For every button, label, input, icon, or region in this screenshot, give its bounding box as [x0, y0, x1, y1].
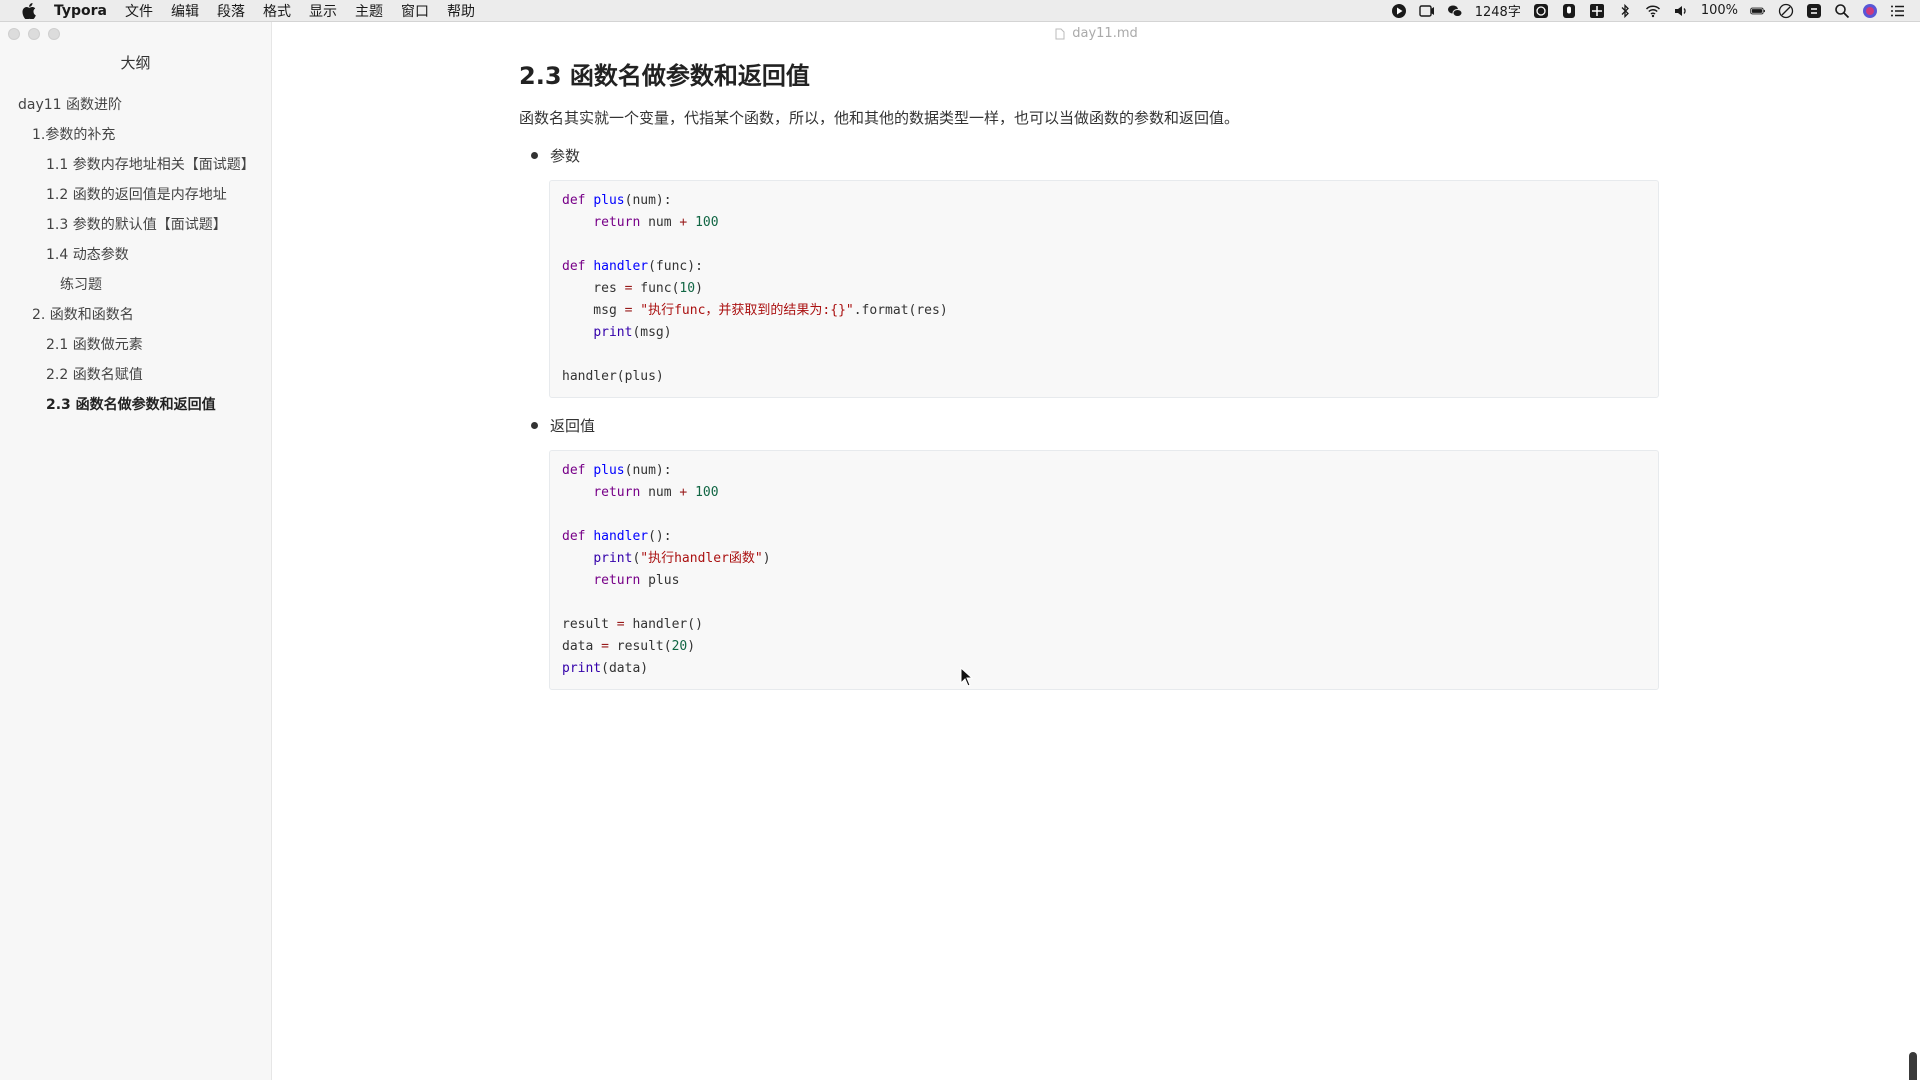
menu-window[interactable]: 窗口 [401, 1, 429, 21]
code-block-params[interactable]: def plus(num): return num + 100 def hand… [549, 180, 1659, 398]
wifi-icon[interactable] [1645, 3, 1661, 19]
editor-content[interactable]: 2.3 函数名做参数和返回值 函数名其实就一个变量，代指某个函数，所以，他和其他… [519, 46, 1659, 690]
outline-item-1[interactable]: 1.参数的补充 [0, 120, 271, 150]
volume-icon[interactable] [1673, 3, 1689, 19]
bullet-item-return[interactable]: 返回值 [519, 412, 1659, 438]
mouse-cursor-icon [960, 667, 974, 687]
menu-bar: Typora 文件 编辑 段落 格式 显示 主题 窗口 帮助 1248字 100… [0, 0, 1920, 22]
battery-percent-label[interactable]: 100% [1701, 3, 1738, 18]
code-line: msg = "执行func，并获取到的结果为:{}".format(res) [562, 303, 948, 318]
code-line: result = handler() [562, 617, 703, 632]
document-icon [1055, 28, 1065, 40]
outline-list: day11 函数进阶 1.参数的补充 1.1 参数内存地址相关【面试题】 1.2… [0, 90, 271, 420]
smiley-icon[interactable] [1533, 3, 1549, 19]
code-block-return[interactable]: def plus(num): return num + 100 def hand… [549, 450, 1659, 690]
menu-view[interactable]: 显示 [309, 1, 337, 21]
outline-item-1-2[interactable]: 1.2 函数的返回值是内存地址 [0, 180, 271, 210]
search-icon[interactable] [1834, 3, 1850, 19]
bullet-dot [531, 421, 538, 429]
code-line: handler(plus) [562, 369, 664, 384]
menu-help[interactable]: 帮助 [447, 1, 475, 21]
code-line: res = func(10) [562, 281, 703, 296]
code-line: print(data) [562, 661, 649, 676]
screen-record-icon[interactable] [1419, 3, 1435, 19]
code-line: print(msg) [593, 325, 672, 340]
menu-format[interactable]: 格式 [263, 1, 291, 21]
bullet-label: 返回值 [550, 416, 596, 435]
code-line: data = result(20) [562, 639, 696, 654]
bullet-label: 参数 [550, 146, 581, 165]
do-not-disturb-icon[interactable] [1778, 3, 1794, 19]
outline-item-2[interactable]: 2. 函数和函数名 [0, 300, 271, 330]
app-menu-typora[interactable]: Typora [54, 3, 107, 19]
window-title: day11.md [272, 22, 1920, 46]
play-circle-icon[interactable] [1391, 3, 1407, 19]
menu-file[interactable]: 文件 [125, 1, 153, 21]
outline-item-1-3[interactable]: 1.3 参数的默认值【面试题】 [0, 210, 271, 240]
battery-icon[interactable] [1750, 3, 1766, 19]
code-line: return num + 100 [593, 485, 719, 500]
menu-paragraph[interactable]: 段落 [217, 1, 245, 21]
window-controls [8, 28, 60, 40]
outline-item-1-1[interactable]: 1.1 参数内存地址相关【面试题】 [0, 150, 271, 180]
close-window-button[interactable] [8, 28, 20, 40]
status-area: 1248字 100% [1391, 1, 1906, 20]
outline-item-2-3-active[interactable]: 2.3 函数名做参数和返回值 [0, 390, 271, 420]
zoom-window-button[interactable] [48, 28, 60, 40]
scrollbar[interactable] [1906, 46, 1920, 1080]
menu-edit[interactable]: 编辑 [171, 1, 199, 21]
word-count-label[interactable]: 1248字 [1475, 1, 1521, 20]
minimize-window-button[interactable] [28, 28, 40, 40]
grid-icon[interactable] [1589, 3, 1605, 19]
wechat-icon[interactable] [1447, 3, 1463, 19]
section-heading[interactable]: 2.3 函数名做参数和返回值 [519, 60, 1659, 92]
outline-item-1-4[interactable]: 1.4 动态参数 [0, 240, 271, 270]
code-line: def plus(num): [562, 463, 672, 478]
code-line: return num + 100 [593, 215, 719, 230]
microphone-icon[interactable] [1561, 3, 1577, 19]
outline-title: 大纲 [120, 54, 151, 72]
outline-item-exercises[interactable]: 练习题 [0, 270, 271, 300]
bullet-dot [531, 151, 538, 159]
bullet-item-params[interactable]: 参数 [519, 142, 1659, 168]
menu-theme[interactable]: 主题 [355, 1, 383, 21]
code-line: def handler(): [562, 529, 672, 544]
outline-item-day11[interactable]: day11 函数进阶 [0, 90, 271, 120]
code-line: print("执行handler函数") [593, 551, 771, 566]
siri-icon[interactable] [1862, 3, 1878, 19]
document-filename: day11.md [1072, 26, 1138, 41]
bluetooth-icon[interactable] [1617, 3, 1633, 19]
outline-sidebar: 大纲 day11 函数进阶 1.参数的补充 1.1 参数内存地址相关【面试题】 … [0, 22, 272, 1080]
intro-paragraph[interactable]: 函数名其实就一个变量，代指某个函数，所以，他和其他的数据类型一样，也可以当做函数… [519, 106, 1659, 130]
outline-item-2-1[interactable]: 2.1 函数做元素 [0, 330, 271, 360]
code-line: def plus(num): [562, 193, 672, 208]
outline-item-2-2[interactable]: 2.2 函数名赋值 [0, 360, 271, 390]
code-line: def handler(func): [562, 259, 703, 274]
sync-icon[interactable] [1806, 3, 1822, 19]
code-line: return plus [593, 573, 680, 588]
notification-center-icon[interactable] [1890, 3, 1906, 19]
apple-icon[interactable] [18, 2, 40, 19]
scrollbar-thumb[interactable] [1909, 1052, 1917, 1080]
